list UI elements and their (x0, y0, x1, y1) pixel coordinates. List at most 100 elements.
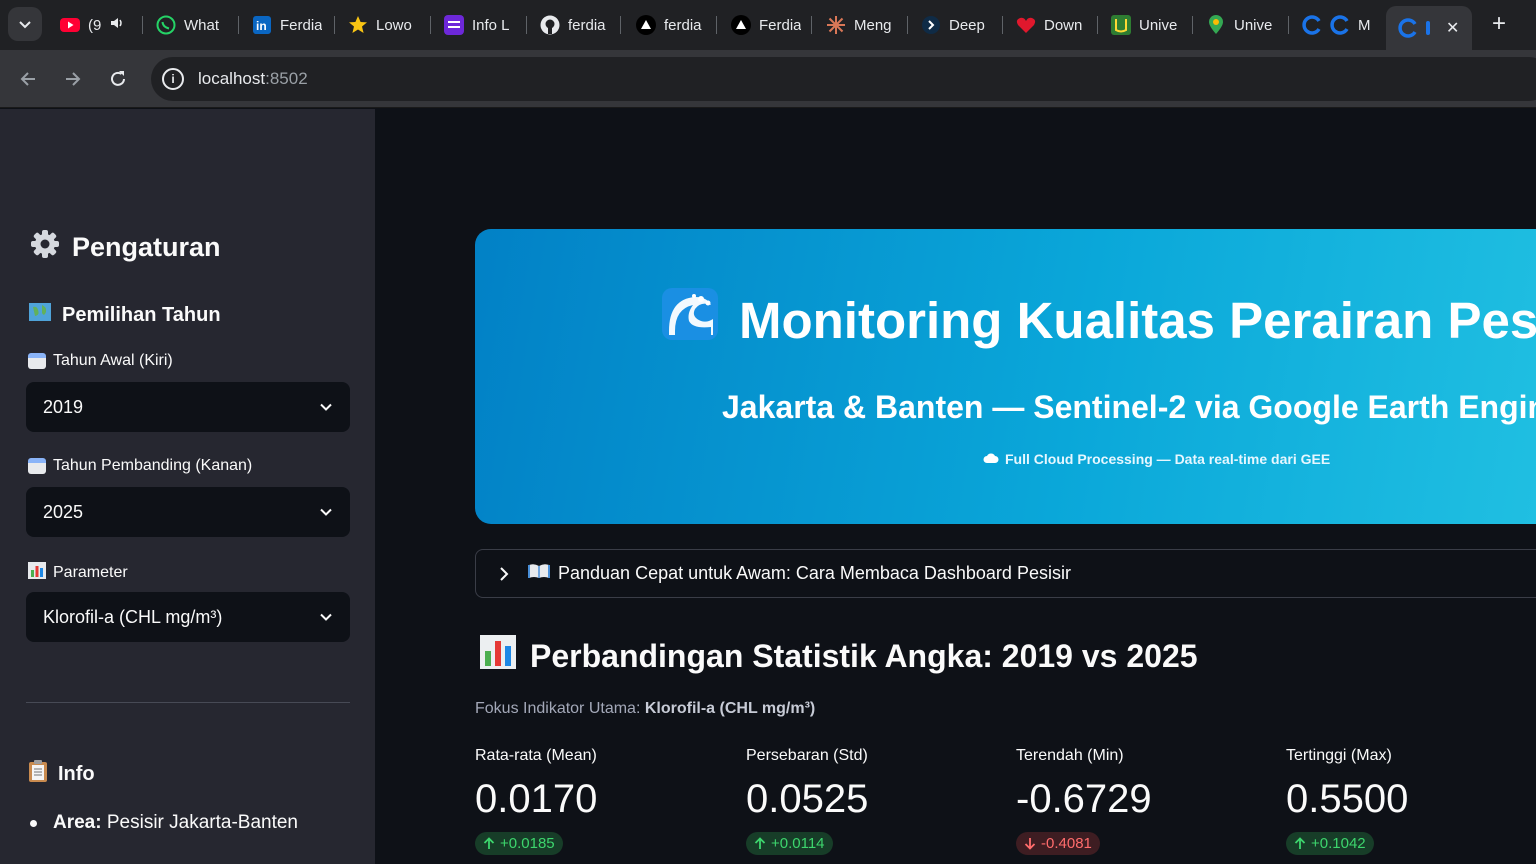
browser-tab-youtube[interactable]: (9 (60, 8, 132, 42)
metric-mean: Rata-rata (Mean) 0.0170 +0.0185 (475, 747, 597, 855)
tab-label: Meng (854, 16, 892, 34)
info-area-item: Area: Pesisir Jakarta-Banten (30, 812, 298, 834)
hero-banner: Monitoring Kualitas Perairan Pesisir Jak… (475, 229, 1536, 524)
chevron-down-icon (320, 613, 332, 621)
site-info-icon[interactable]: i (162, 68, 184, 90)
hero-note: Full Cloud Processing — Data real-time d… (983, 451, 1330, 467)
browser-tab-info[interactable]: Info L (444, 8, 516, 42)
tab-separator (811, 16, 812, 34)
info-section-title: Info (28, 759, 95, 789)
gear-icon (30, 229, 60, 266)
parameter-select[interactable]: Klorofil-a (CHL mg/m³) (26, 592, 350, 642)
compare-year-select[interactable]: 2025 (26, 487, 350, 537)
maps-icon (1206, 15, 1226, 35)
new-tab-button[interactable]: + (1486, 12, 1512, 38)
tab-separator (334, 16, 335, 34)
tab-label: Unive (1139, 16, 1178, 34)
svg-text:in: in (256, 19, 267, 33)
quick-guide-expander[interactable]: Panduan Cepat untuk Awam: Cara Membaca D… (475, 549, 1536, 598)
university-icon (1111, 15, 1131, 35)
start-year-select[interactable]: 2019 (26, 382, 350, 432)
bar-chart-icon (28, 562, 46, 584)
year-section-title: Pemilihan Tahun (28, 301, 221, 329)
address-bar[interactable]: i localhost:8502 (151, 57, 1536, 101)
clipboard-icon (28, 759, 48, 789)
back-button[interactable] (13, 64, 43, 94)
reload-button[interactable] (103, 64, 133, 94)
metric-value: 0.0525 (746, 777, 869, 821)
metric-max: Tertinggi (Max) 0.5500 +0.1042 (1286, 747, 1408, 855)
tab-label: Down (1044, 16, 1083, 34)
chevron-right-icon (500, 566, 509, 581)
tab-separator (238, 16, 239, 34)
tab-label: Info L (472, 16, 510, 34)
claude-icon (826, 15, 846, 35)
vercel-icon (731, 15, 751, 35)
arrow-up-icon (1294, 837, 1306, 849)
hero-subtitle: Jakarta & Banten — Sentinel-2 via Google… (722, 389, 1536, 425)
tab-label: (9 (88, 16, 102, 34)
sidebar-title: Pengaturan (30, 229, 221, 266)
map-icon (28, 301, 52, 329)
tab-label: ferdia (568, 16, 606, 34)
streamlit-icon (1302, 15, 1322, 35)
tab-separator (142, 16, 143, 34)
browser-tab-streamlit[interactable]: M (1302, 8, 1374, 42)
browser-tab-active[interactable]: ✕ (1386, 6, 1472, 50)
metric-value: 0.0170 (475, 777, 598, 821)
arrow-down-icon (1024, 838, 1036, 850)
stats-section-title: Perbandingan Statistik Angka: 2019 vs 20… (480, 635, 1198, 677)
tab-separator (430, 16, 431, 34)
tab-separator (1002, 16, 1003, 34)
browser-tab-university-1[interactable]: Unive (1111, 8, 1181, 42)
browser-tab-github[interactable]: ferdia (540, 8, 610, 42)
calendar-icon (28, 353, 46, 369)
metric-delta: -0.4081 (1016, 832, 1100, 855)
tab-label: M (1358, 16, 1371, 34)
chevron-down-icon (320, 403, 332, 411)
wave-icon (661, 287, 719, 353)
metric-std: Persebaran (Std) 0.0525 +0.0114 (746, 747, 868, 855)
tab-favicon-partial (1426, 21, 1430, 35)
browser-tab-vercel-1[interactable]: ferdia (636, 8, 706, 42)
browser-tab-whatsapp[interactable]: What (156, 8, 226, 42)
browser-tab-bar: (9 What in Ferdia Lowo Info L ferdia fer… (0, 0, 1536, 50)
browser-toolbar: i localhost:8502 (0, 50, 1536, 108)
chevron-down-icon (19, 21, 31, 29)
start-year-label: Tahun Awal (Kiri) (28, 352, 173, 370)
close-icon[interactable]: ✕ (1446, 18, 1459, 38)
tab-search-button[interactable] (8, 7, 42, 41)
browser-tab-university-2[interactable]: Unive (1206, 8, 1276, 42)
tab-separator (1192, 16, 1193, 34)
speaker-icon (109, 15, 125, 35)
book-icon (528, 563, 550, 584)
stats-caption: Fokus Indikator Utama: Klorofil-a (CHL m… (475, 700, 816, 717)
tab-label: What (184, 16, 220, 34)
metric-label: Persebaran (Std) (746, 747, 868, 764)
browser-tab-download[interactable]: Down (1016, 8, 1086, 42)
browser-tab-deep[interactable]: Deep (921, 8, 991, 42)
streamlit-icon (1330, 15, 1350, 35)
browser-tab-linkedin[interactable]: in Ferdia (252, 8, 322, 42)
main-content: Monitoring Kualitas Perairan Pesisir Jak… (375, 109, 1536, 864)
youtube-icon (60, 15, 80, 35)
metric-label: Rata-rata (Mean) (475, 747, 597, 764)
reload-icon (111, 71, 125, 86)
tab-label: Ferdia (759, 16, 801, 34)
metric-min: Terendah (Min) -0.6729 -0.4081 (1016, 747, 1152, 855)
metric-label: Tertinggi (Max) (1286, 747, 1392, 764)
browser-tab-vercel-2[interactable]: Ferdia (731, 8, 801, 42)
whatsapp-icon (156, 15, 176, 35)
forward-button[interactable] (58, 64, 88, 94)
metric-delta: +0.0114 (746, 832, 833, 855)
metric-label: Terendah (Min) (1016, 747, 1124, 764)
browser-tab-lowongan[interactable]: Lowo (348, 8, 418, 42)
browser-tab-claude[interactable]: Meng (826, 8, 896, 42)
linkedin-icon: in (252, 15, 272, 35)
tab-separator (1288, 16, 1289, 34)
sidebar: Pengaturan Pemilihan Tahun Tahun Awal (K… (0, 109, 375, 864)
metric-delta: +0.1042 (1286, 832, 1374, 855)
parameter-label: Parameter (28, 562, 128, 584)
tab-separator (907, 16, 908, 34)
tab-separator (620, 16, 621, 34)
